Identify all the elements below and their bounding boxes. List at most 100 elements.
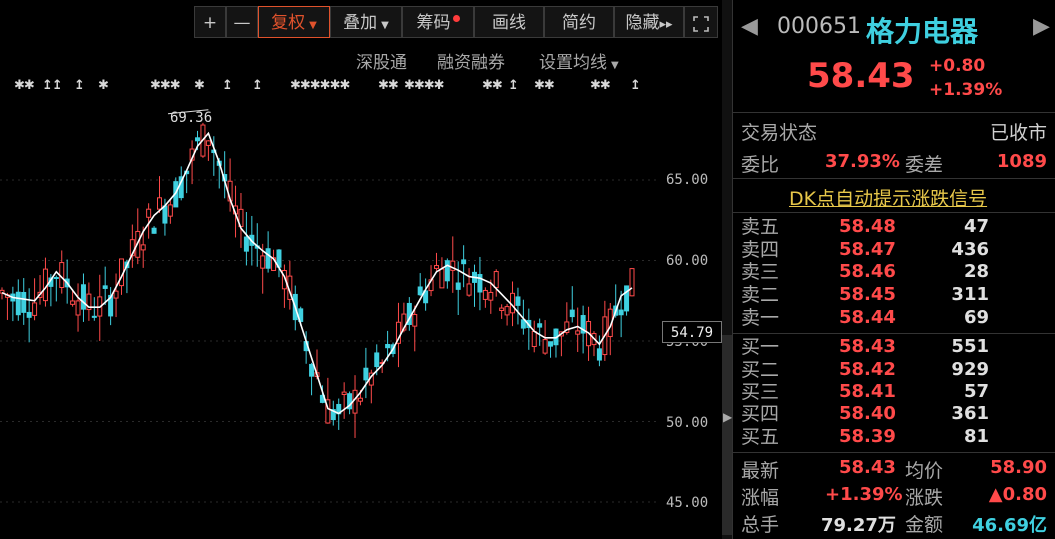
bid-label: 买一 xyxy=(741,336,780,358)
candlestick xyxy=(472,264,477,307)
bid-row[interactable]: 买一 58.43 551 xyxy=(733,336,1055,358)
event-marker[interactable]: ↥ xyxy=(630,78,641,93)
candlestick xyxy=(4,292,10,320)
event-marker[interactable]: ↥ xyxy=(252,78,263,93)
zoom-out-button[interactable]: — xyxy=(226,6,258,38)
commission-diff-value: 1089 xyxy=(996,151,1047,172)
candlestick xyxy=(86,282,92,321)
candlestick xyxy=(504,303,510,326)
event-marker[interactable]: ✱✱ xyxy=(14,78,35,93)
candlestick xyxy=(596,335,602,367)
volume-value: 79.27万 xyxy=(821,515,896,536)
dk-signal-link[interactable]: DK点自动提示涨跌信号 xyxy=(789,184,987,211)
commission-ratio-value: 37.93% xyxy=(825,151,900,172)
candlestick xyxy=(102,266,108,305)
restore-rights-button[interactable]: 复权 ▼ xyxy=(258,6,330,38)
ask-volume: 311 xyxy=(951,284,989,305)
panel-collapse-handle[interactable] xyxy=(722,335,732,535)
bid-volume: 361 xyxy=(951,403,989,424)
hide-button[interactable]: 隐藏▸▸ xyxy=(614,6,684,38)
candlestick xyxy=(80,273,86,322)
next-stock-arrow-icon[interactable]: ▶ xyxy=(1033,14,1050,39)
ask-label: 卖四 xyxy=(741,239,780,261)
candlestick xyxy=(477,256,483,311)
event-marker[interactable]: ✱ xyxy=(98,78,109,93)
ask-row[interactable]: 卖三 58.46 28 xyxy=(733,261,1055,283)
event-marker[interactable]: ✱✱ xyxy=(590,78,611,93)
set-ma-dropdown[interactable]: 设置均线 ▼ xyxy=(539,48,619,73)
candlestick xyxy=(113,273,119,318)
chg-value: ▲0.80 xyxy=(988,484,1047,505)
event-marker[interactable]: ↥ xyxy=(74,78,85,93)
chg-label: 涨跌 xyxy=(905,487,944,509)
ask-row[interactable]: 卖二 58.45 311 xyxy=(733,284,1055,306)
ask-row[interactable]: 卖四 58.47 436 xyxy=(733,239,1055,261)
latest-value: 58.43 xyxy=(839,457,896,478)
candlestick xyxy=(450,236,456,293)
chips-button[interactable]: 筹码 xyxy=(402,6,474,38)
bid-row[interactable]: 买三 58.41 57 xyxy=(733,381,1055,403)
event-marker[interactable]: ↥ xyxy=(222,78,233,93)
zoom-in-button[interactable]: + xyxy=(194,6,226,38)
commission-ratio-label: 委比 xyxy=(741,154,780,176)
candlestick xyxy=(553,328,559,358)
divider xyxy=(733,212,1055,213)
prev-stock-arrow-icon[interactable]: ◀ xyxy=(741,14,758,39)
candlestick xyxy=(515,287,521,325)
bid-volume: 57 xyxy=(963,381,989,402)
bid-row[interactable]: 买二 58.42 929 xyxy=(733,359,1055,381)
ask-row[interactable]: 卖一 58.44 69 xyxy=(733,307,1055,329)
candlestick xyxy=(341,382,347,419)
simple-mode-button[interactable]: 简约 xyxy=(544,6,614,38)
collapse-arrow-icon[interactable]: ▶ xyxy=(723,410,732,424)
bid-row[interactable]: 买四 58.40 361 xyxy=(733,403,1055,425)
double-arrow-right-icon: ▸▸ xyxy=(659,17,673,32)
price-change-pct: +1.39% xyxy=(929,80,1003,100)
chg-pct-label: 涨幅 xyxy=(741,487,780,509)
candlestick xyxy=(238,193,244,248)
bid-label: 买五 xyxy=(741,426,780,448)
ask-price: 58.47 xyxy=(839,239,896,260)
candlestick xyxy=(91,297,97,321)
ask-label: 卖三 xyxy=(741,261,780,283)
candlestick xyxy=(151,226,157,234)
draw-line-button[interactable]: 画线 xyxy=(474,6,544,38)
ask-label: 卖二 xyxy=(741,284,780,306)
event-marker[interactable]: ✱✱✱✱ xyxy=(404,78,445,93)
overlay-button[interactable]: 叠加 ▼ xyxy=(330,6,402,38)
bid-price: 58.42 xyxy=(839,359,896,380)
divider xyxy=(733,333,1055,334)
event-marker[interactable]: ✱✱✱✱✱✱ xyxy=(290,78,350,93)
margin-trading-link[interactable]: 融资融券 xyxy=(437,48,505,73)
event-marker[interactable]: ✱✱ xyxy=(534,78,555,93)
kline-svg[interactable] xyxy=(0,95,660,539)
caret-down-icon: ▼ xyxy=(309,20,317,31)
caret-down-icon: ▼ xyxy=(611,60,619,71)
ask-row[interactable]: 卖五 58.48 47 xyxy=(733,216,1055,238)
divider xyxy=(733,112,1055,113)
volume-label: 总手 xyxy=(741,514,780,536)
candlestick xyxy=(15,279,21,321)
chips-label: 筹码 xyxy=(416,13,451,33)
shenzhen-connect-link[interactable]: 深股通 xyxy=(356,48,407,73)
bid-row[interactable]: 买五 58.39 81 xyxy=(733,426,1055,448)
ask-volume: 436 xyxy=(951,239,989,260)
bid-price: 58.39 xyxy=(839,426,896,447)
candlestick xyxy=(526,308,532,350)
divider xyxy=(733,178,1055,179)
restore-rights-label: 复权 xyxy=(271,13,306,33)
event-marker[interactable]: ↥↥ xyxy=(42,78,63,93)
candlestick xyxy=(287,260,293,310)
event-marker[interactable]: ✱ xyxy=(194,78,205,93)
event-marker[interactable]: ↥ xyxy=(508,78,519,93)
commission-diff-label: 委差 xyxy=(905,154,944,176)
event-marker[interactable]: ✱✱ xyxy=(378,78,399,93)
y-axis-label: 65.00 xyxy=(666,172,709,188)
candlestick xyxy=(575,307,581,352)
candlestick xyxy=(37,275,43,305)
fullscreen-button[interactable] xyxy=(684,6,718,38)
candlestick xyxy=(75,283,81,332)
event-marker[interactable]: ✱✱✱ xyxy=(150,78,181,93)
event-marker[interactable]: ✱✱ xyxy=(482,78,503,93)
caret-down-icon: ▼ xyxy=(381,20,389,31)
